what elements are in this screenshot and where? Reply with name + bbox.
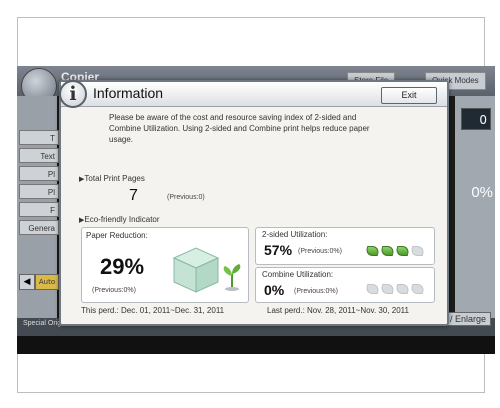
left-button-text[interactable]: Text (19, 148, 59, 163)
paper-stack-plant-icon (172, 247, 241, 293)
enlarge-button[interactable]: / Enlarge (444, 312, 491, 326)
info-icon: i (59, 80, 87, 108)
combine-label: Combine Utilization: (262, 270, 334, 279)
left-panel: T Text Pl Pl F Genera (17, 96, 59, 334)
two-sided-panel: 2-sided Utilization: 57% (Previous:0%) (255, 227, 435, 265)
paper-reduction-value: 29% (100, 254, 145, 279)
info-message: Please be aware of the cost and resource… (109, 113, 370, 144)
two-sided-value: 57% (264, 242, 293, 258)
combine-panel: Combine Utilization: 0% (Previous:0%) (255, 267, 435, 303)
eco-indicator-label: ▶Eco-friendly Indicator (79, 215, 160, 224)
bottom-strip (17, 336, 495, 354)
combine-value: 0% (264, 282, 285, 298)
combine-previous: (Previous:0%) (294, 288, 338, 295)
two-sided-previous: (Previous:0%) (298, 248, 342, 255)
leaf-icon (394, 246, 411, 256)
dialog-titlebar: i Information Exit (59, 80, 447, 108)
left-button-f[interactable]: F (19, 202, 59, 217)
total-print-pages-label: ▶Total Print Pages (79, 174, 145, 183)
two-sided-label: 2-sided Utilization: (262, 230, 328, 239)
information-dialog: i Information Exit Please be aware of th… (59, 80, 449, 326)
left-button-t[interactable]: T (19, 130, 59, 145)
paper-reduction-panel: Paper Reduction: 29% (Previous:0%) (81, 227, 249, 303)
leaf-icon (364, 246, 381, 256)
leaf-icon (379, 246, 396, 256)
ratio-display: 0% (471, 184, 493, 201)
left-arrow-icon[interactable]: ◀ (19, 274, 35, 290)
dialog-title: Information (93, 85, 164, 101)
leaf-icon (409, 284, 426, 294)
exit-button[interactable]: Exit (381, 87, 437, 104)
paper-reduction-previous: (Previous:0%) (92, 287, 136, 294)
auto-button[interactable]: Auto (35, 274, 59, 290)
copy-counter: 0 (461, 108, 491, 130)
leaf-icon (409, 246, 426, 256)
left-button-general[interactable]: Genera (19, 220, 59, 235)
left-button-pl[interactable]: Pl (19, 166, 59, 181)
paper-reduction-label: Paper Reduction: (86, 231, 148, 240)
leaf-icon (364, 284, 381, 294)
total-print-pages-value: 7 (129, 187, 138, 204)
left-button-pl-2[interactable]: Pl (19, 184, 59, 199)
right-panel (455, 96, 495, 334)
last-period: Last perd.: Nov. 28, 2011~Nov. 30, 2011 (267, 306, 409, 315)
leaf-icon (379, 284, 396, 294)
total-print-pages-previous: (Previous:0) (167, 194, 205, 201)
leaf-icon (394, 284, 411, 294)
this-period: This perd.: Dec. 01, 2011~Dec. 31, 2011 (81, 306, 225, 315)
